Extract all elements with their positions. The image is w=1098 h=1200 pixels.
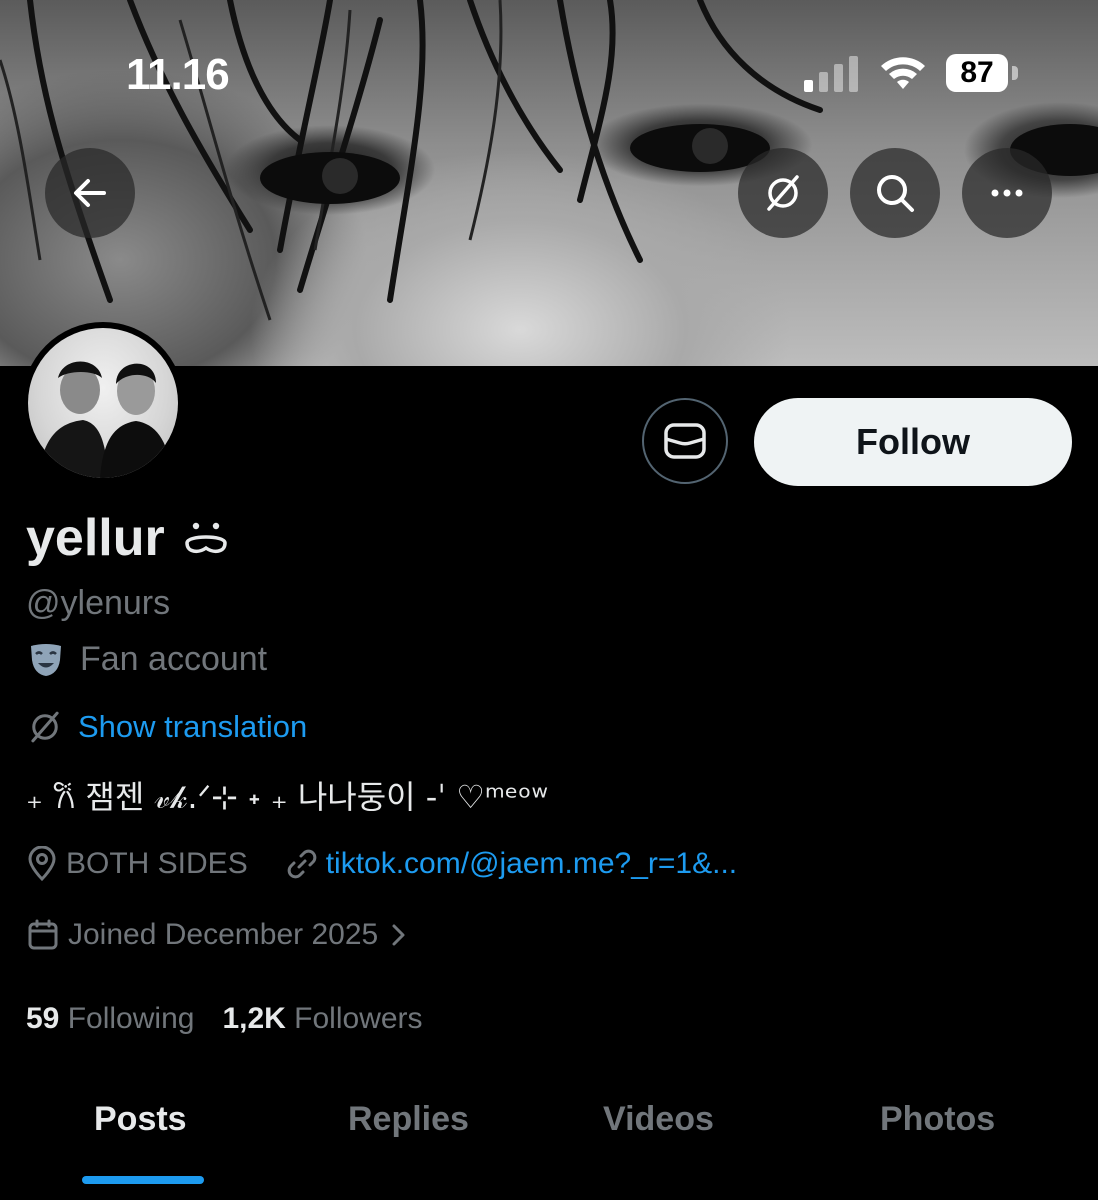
profile-bio: ₊ 𐙚 잼젠 𝓋𝓀.ᐟ⊹ ˖ ₊ 나나둥이 -ˈ ♡ᵐᵉᵒʷ xyxy=(26,778,548,816)
battery-indicator: 87 xyxy=(946,54,1008,92)
website-link[interactable]: tiktok.com/@jaem.me?_r=1&... xyxy=(326,847,737,881)
emoticon-icon xyxy=(184,522,227,554)
message-button[interactable] xyxy=(642,398,728,484)
follow-button[interactable]: Follow xyxy=(754,398,1072,486)
tab-photos[interactable]: Photos xyxy=(880,1100,995,1139)
chevron-right-icon xyxy=(392,924,405,946)
link-icon xyxy=(287,849,316,879)
avatar-photo xyxy=(38,361,173,478)
profile-tabs: Posts Replies Videos Photos xyxy=(0,1090,1098,1200)
more-horizontal-icon xyxy=(991,189,1023,197)
calendar-icon xyxy=(28,919,58,950)
avatar[interactable] xyxy=(22,322,184,484)
profile-meta: BOTH SIDES tiktok.com/@jaem.me?_r=1&... xyxy=(26,846,737,882)
website[interactable]: tiktok.com/@jaem.me?_r=1&... xyxy=(286,847,737,881)
followers-count: 1,2K xyxy=(222,1002,286,1035)
arrow-left-icon xyxy=(74,179,106,207)
battery-tip xyxy=(1012,66,1018,80)
location-label: BOTH SIDES xyxy=(66,847,248,880)
active-tab-indicator xyxy=(82,1176,204,1184)
display-name: yellur xyxy=(26,508,233,568)
follow-stats: 59 Following 1,2K Followers xyxy=(26,1002,423,1036)
wifi-icon xyxy=(881,57,925,89)
profile-handle: @ylenurs xyxy=(26,584,171,622)
tab-videos[interactable]: Videos xyxy=(603,1100,714,1139)
show-translation-link[interactable]: Show translation xyxy=(26,708,307,746)
avatar-image xyxy=(28,328,178,478)
cellular-signal-icon xyxy=(804,56,858,92)
location-pin-icon xyxy=(28,846,56,882)
location: BOTH SIDES xyxy=(26,846,248,882)
envelope-icon xyxy=(664,423,706,459)
translate-icon xyxy=(767,175,799,211)
following-count: 59 xyxy=(26,1002,60,1035)
search-icon xyxy=(877,175,914,212)
following-stat[interactable]: 59 Following xyxy=(26,1002,194,1036)
back-button[interactable] xyxy=(45,148,135,238)
followers-stat[interactable]: 1,2K Followers xyxy=(222,1002,422,1036)
profile-category: Fan account xyxy=(28,640,267,679)
joined-label: Joined December 2025 xyxy=(68,918,379,951)
performing-arts-mask-icon xyxy=(31,643,61,676)
show-translation-label[interactable]: Show translation xyxy=(78,709,307,745)
category-label: Fan account xyxy=(80,640,268,678)
display-name-text: yellur xyxy=(26,509,165,567)
following-label: Following xyxy=(67,1002,195,1035)
search-button[interactable] xyxy=(850,148,940,238)
more-button[interactable] xyxy=(962,148,1052,238)
translate-small-icon xyxy=(31,711,59,743)
tab-replies[interactable]: Replies xyxy=(348,1100,469,1139)
status-time: 11.16 xyxy=(126,50,230,99)
translate-button[interactable] xyxy=(738,148,828,238)
tab-posts[interactable]: Posts xyxy=(94,1100,187,1139)
followers-label: Followers xyxy=(294,1002,423,1035)
joined-date[interactable]: Joined December 2025 xyxy=(26,918,410,952)
